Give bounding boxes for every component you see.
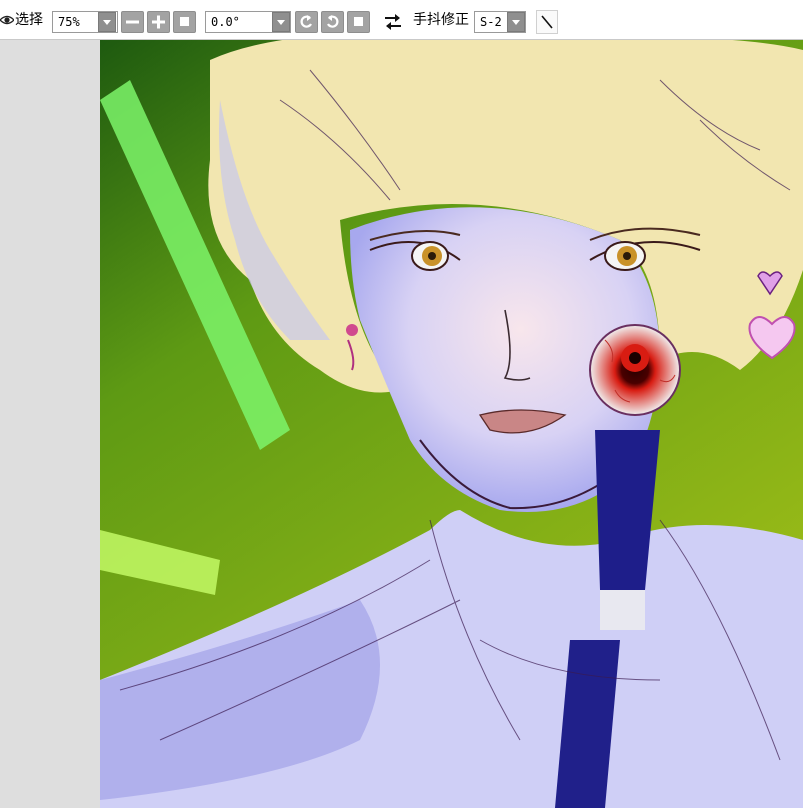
stabilizer-label: 手抖修正 [413,12,469,28]
zoom-in-button[interactable] [147,11,170,33]
rotation-value: 0.0° [211,15,240,29]
eye-icon[interactable] [0,12,14,28]
rotate-left-icon [300,15,312,28]
flip-icon[interactable] [382,12,404,32]
canvas-workspace[interactable] [0,40,803,808]
rotate-right-button[interactable] [321,11,344,33]
artwork-canvas[interactable] [100,40,803,808]
zoom-out-button[interactable] [121,11,144,33]
zoom-reset-button[interactable] [173,11,196,33]
select-label: 选择 [15,12,43,28]
rotation-reset-button[interactable] [347,11,370,33]
minus-icon [126,20,139,24]
zoom-dropdown-button[interactable] [98,12,116,32]
stabilizer-dropdown-button[interactable] [507,12,525,32]
stabilizer-value: S-2 [480,15,502,29]
rotate-right-icon [327,15,339,28]
rotation-dropdown-button[interactable] [272,12,290,32]
line-tool-button[interactable] [536,10,558,34]
plus-icon [152,15,165,29]
reset-icon [354,17,363,26]
stop-icon [180,17,189,26]
rotate-left-button[interactable] [295,11,318,33]
top-toolbar: 选择 75% 0.0° 手抖修正 S-2 [0,0,803,40]
zoom-value: 75% [58,15,80,29]
line-icon [541,15,553,29]
